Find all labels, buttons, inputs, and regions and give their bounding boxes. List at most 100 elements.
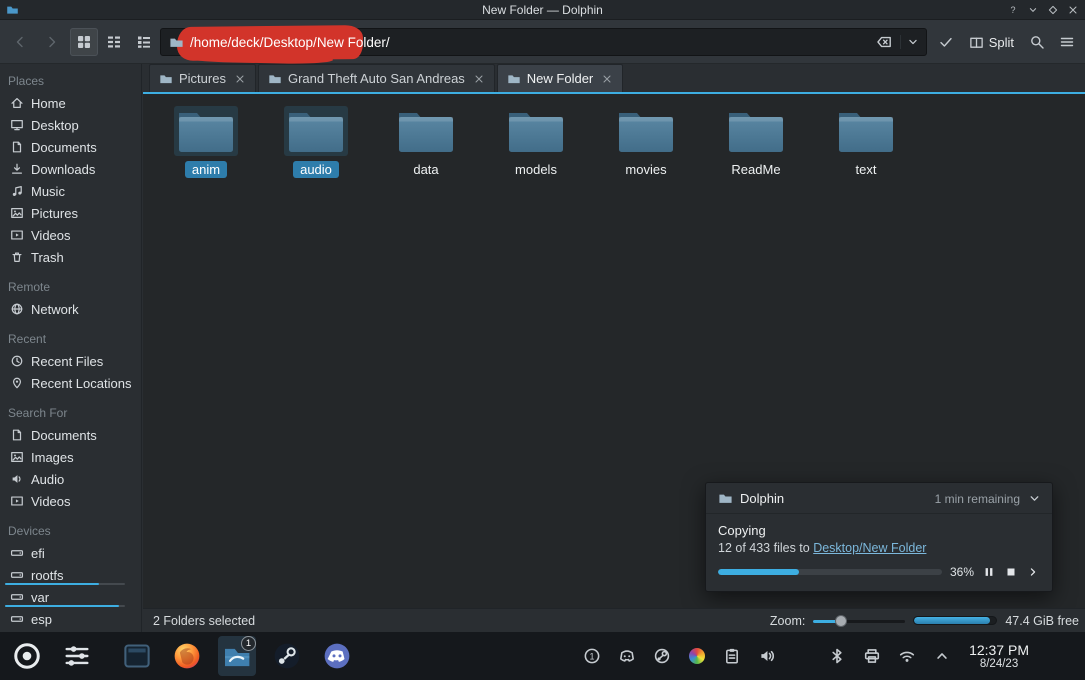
sidebar-item-label: Desktop (31, 117, 79, 133)
folder-view[interactable]: anim audio data models movies ReadMe text Dolp… (143, 92, 1085, 608)
tab-pictures[interactable]: Pictures (149, 64, 256, 92)
sidebar-item-rootfs[interactable]: rootfs (0, 564, 141, 586)
folder-anim[interactable]: anim (157, 106, 255, 178)
taskbar-dolphin[interactable]: 1 (218, 636, 256, 676)
sidebar-item-recent-locations[interactable]: Recent Locations (0, 372, 141, 394)
taskbar-desktop-window[interactable] (118, 636, 156, 676)
system-tray: 1 (583, 647, 951, 665)
sidebar-item-videos[interactable]: Videos (0, 224, 141, 246)
stop-button[interactable] (1004, 565, 1018, 579)
sidebar-item-documents[interactable]: Documents (0, 136, 141, 158)
taskbar-discord[interactable] (318, 636, 356, 676)
folder-readme[interactable]: ReadMe (707, 106, 805, 178)
tray-network-wifi[interactable] (898, 647, 916, 665)
zoom-knob[interactable] (834, 614, 847, 627)
tray-display[interactable] (793, 647, 811, 665)
expand-details-icon[interactable] (1026, 565, 1040, 579)
location-dropdown-icon[interactable] (900, 35, 920, 49)
sidebar-item-var[interactable]: var (0, 586, 141, 608)
firefox-icon (172, 641, 202, 671)
menu-button[interactable] (1053, 28, 1081, 56)
sidebar-item-videos[interactable]: Videos (0, 490, 141, 512)
sidebar-item-images[interactable]: Images (0, 446, 141, 468)
clear-location-icon[interactable] (876, 34, 892, 50)
dolphin-app-icon (6, 3, 19, 16)
taskbar-task-manager[interactable] (58, 636, 96, 676)
sidebar-item-label: efi (31, 545, 45, 561)
sidebar-item-audio[interactable]: Audio (0, 468, 141, 490)
sidebar-item-home[interactable]: Home (0, 92, 141, 114)
drive-icon (10, 546, 24, 560)
search-button[interactable] (1023, 28, 1051, 56)
folder-data[interactable]: data (377, 106, 475, 178)
collapse-notification-icon[interactable] (1027, 491, 1042, 506)
back-button[interactable] (6, 28, 34, 56)
tray-bluetooth[interactable] (828, 647, 846, 665)
tab-close-icon[interactable] (473, 73, 485, 85)
tray-volume[interactable] (758, 647, 776, 665)
task-badge: 1 (241, 636, 256, 651)
split-button[interactable]: Split (962, 28, 1021, 56)
taskbar-app-launcher[interactable] (8, 636, 46, 676)
minimize-button[interactable] (1027, 4, 1039, 16)
maximize-button[interactable] (1047, 4, 1059, 16)
device-capacity-bar (5, 605, 125, 607)
taskbar-firefox[interactable] (168, 636, 206, 676)
sidebar-item-efi[interactable]: efi (0, 542, 141, 564)
tab-close-icon[interactable] (234, 73, 246, 85)
destination-link[interactable]: Desktop/New Folder (813, 541, 926, 555)
tray-color-app[interactable] (688, 647, 706, 665)
folder-text[interactable]: text (817, 106, 915, 178)
tab-new-folder[interactable]: New Folder (496, 64, 624, 92)
sidebar-item-trash[interactable]: Trash (0, 246, 141, 268)
tray-printer[interactable] (863, 647, 881, 665)
selection-status: 2 Folders selected (153, 613, 256, 628)
tray-expand-tray[interactable] (933, 647, 951, 665)
recent-files-icon (10, 354, 24, 368)
sidebar-item-downloads[interactable]: Downloads (0, 158, 141, 180)
help-button[interactable]: ? (1007, 4, 1019, 16)
sidebar-item-documents[interactable]: Documents (0, 424, 141, 446)
sidebar-item-label: Home (31, 95, 66, 111)
sidebar-item-network[interactable]: Network (0, 298, 141, 320)
details-view-button[interactable] (130, 28, 158, 56)
taskbar-steam[interactable] (268, 636, 306, 676)
folder-movies[interactable]: movies (597, 106, 695, 178)
location-path[interactable]: /home/deck/Desktop/New Folder/ (190, 35, 390, 50)
sidebar-item-pictures[interactable]: Pictures (0, 202, 141, 224)
sidebar-item-label: Documents (31, 139, 97, 155)
tray-clipboard[interactable] (723, 647, 741, 665)
tray-discord-tray[interactable] (618, 647, 636, 665)
zoom-slider[interactable] (813, 614, 906, 628)
device-capacity-fill (5, 583, 99, 585)
sidebar-item-label: Recent Files (31, 353, 104, 369)
icons-view-button[interactable] (70, 28, 98, 56)
sidebar-item-label: Audio (31, 471, 65, 487)
location-bar[interactable]: /home/deck/Desktop/New Folder/ (160, 25, 927, 65)
compact-view-button[interactable] (100, 28, 128, 56)
tab-grand-theft-auto-san-andreas[interactable]: Grand Theft Auto San Andreas (257, 64, 495, 92)
close-button[interactable] (1067, 4, 1079, 16)
folder-audio[interactable]: audio (267, 106, 365, 178)
folder-icon (284, 106, 348, 156)
window-title: New Folder — Dolphin (482, 2, 603, 17)
time-remaining: 1 min remaining (934, 491, 1020, 506)
forward-button[interactable] (38, 28, 66, 56)
split-label: Split (988, 34, 1014, 50)
clock[interactable]: 12:37 PM 8/24/23 (969, 642, 1029, 671)
tray-steam-tray[interactable] (653, 647, 671, 665)
sidebar-item-music[interactable]: Music (0, 180, 141, 202)
sidebar-item-label: Pictures (31, 205, 78, 221)
network-icon (10, 302, 24, 316)
sidebar-item-esp[interactable]: esp (0, 608, 141, 630)
accept-location-button[interactable] (932, 28, 960, 56)
copy-detail: 12 of 433 files to Desktop/New Folder (718, 541, 1040, 555)
sidebar-item-label: var (31, 589, 50, 605)
tray-notifications[interactable]: 1 (583, 647, 601, 665)
pause-button[interactable] (982, 565, 996, 579)
sidebar-item-desktop[interactable]: Desktop (0, 114, 141, 136)
sidebar-item-recent-files[interactable]: Recent Files (0, 350, 141, 372)
tab-close-icon[interactable] (601, 73, 613, 85)
folder-models[interactable]: models (487, 106, 585, 178)
sidebar-item-label: Images (31, 449, 74, 465)
